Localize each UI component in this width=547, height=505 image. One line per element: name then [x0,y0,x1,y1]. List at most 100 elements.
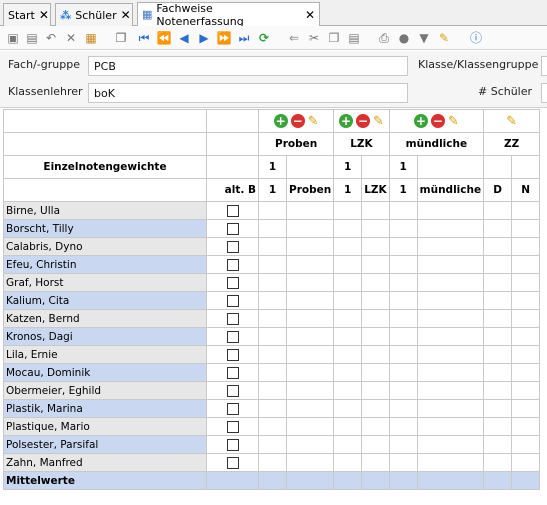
grade-cell[interactable] [285,291,335,310]
copy-icon[interactable]: ❐ [326,30,342,46]
grade-cell[interactable] [483,201,513,220]
grade-cell[interactable] [388,345,418,364]
altb-checkbox[interactable] [226,258,239,271]
grade-cell[interactable] [511,291,541,310]
grade-cell[interactable] [258,219,287,238]
grade-cell[interactable] [361,381,390,400]
altb-checkbox[interactable] [226,294,239,307]
grade-cell[interactable] [388,219,418,238]
student-name[interactable]: Obermeier, Eghild [3,381,207,400]
altb-checkbox[interactable] [226,240,239,253]
close-icon[interactable]: ✕ [305,8,315,22]
grade-cell[interactable] [511,327,541,346]
lehrer-field[interactable]: boK [88,83,408,103]
grade-cell[interactable] [511,453,541,472]
grade-cell[interactable] [388,453,418,472]
last-record-icon[interactable]: ⏭ [236,30,252,46]
grade-cell[interactable] [285,237,335,256]
grade-cell[interactable] [483,363,513,382]
student-name[interactable]: Efeu, Christin [3,255,207,274]
grade-cell[interactable] [416,399,485,418]
grade-cell[interactable] [361,255,390,274]
grade-cell[interactable] [285,453,335,472]
grade-cell[interactable] [333,345,363,364]
fach-field[interactable]: PCB [88,56,408,76]
grade-cell[interactable] [258,435,287,454]
grade-cell[interactable] [258,381,287,400]
grade-cell[interactable] [416,363,485,382]
student-name[interactable]: Mocau, Dominik [3,363,207,382]
grade-cell[interactable] [483,417,513,436]
next-icon[interactable]: ▶ [196,30,212,46]
grade-cell[interactable] [388,255,418,274]
altb-checkbox[interactable] [226,366,239,379]
grade-cell[interactable] [285,201,335,220]
filter-icon[interactable]: ▼ [416,30,432,46]
grade-cell[interactable] [511,273,541,292]
close-icon[interactable]: ✕ [39,8,49,22]
grade-cell[interactable] [285,327,335,346]
student-name[interactable]: Polsester, Parsifal [3,435,207,454]
tab-fachweise-notenerfassung[interactable]: ▦ Fachweise Notenerfassung ✕ [137,2,320,28]
grade-cell[interactable] [511,381,541,400]
grade-cell[interactable] [483,273,513,292]
grade-cell[interactable] [483,291,513,310]
grade-cell[interactable] [361,435,390,454]
grade-cell[interactable] [511,345,541,364]
grade-cell[interactable] [511,417,541,436]
altb-checkbox[interactable] [226,402,239,415]
grade-cell[interactable] [285,381,335,400]
grade-cell[interactable] [258,417,287,436]
grade-cell[interactable] [511,435,541,454]
grade-cell[interactable] [361,309,390,328]
grade-cell[interactable] [483,327,513,346]
grade-cell[interactable] [416,255,485,274]
student-name[interactable]: Lila, Ernie [3,345,207,364]
grade-cell[interactable] [333,381,363,400]
grade-cell[interactable] [416,291,485,310]
student-name[interactable]: Kalium, Cita [3,291,207,310]
grade-cell[interactable] [388,381,418,400]
delete-icon[interactable]: ✕ [63,30,79,46]
grade-cell[interactable] [285,435,335,454]
grade-cell[interactable] [258,327,287,346]
undo-icon[interactable]: ↶ [43,30,59,46]
altb-checkbox[interactable] [226,312,239,325]
weight-lzk[interactable]: 1 [333,155,363,179]
first-record-icon[interactable]: ⏮ [136,30,152,46]
refresh-icon[interactable]: ⟳ [256,30,272,46]
grade-cell[interactable] [483,381,513,400]
grade-cell[interactable] [388,399,418,418]
grade-cell[interactable] [361,237,390,256]
arrow-left-icon[interactable]: ⇐ [286,30,302,46]
add-icon[interactable]: + [338,114,353,128]
grade-cell[interactable] [416,201,485,220]
student-name[interactable]: Calabris, Dyno [3,237,207,256]
next-page-icon[interactable]: ⏩ [216,30,232,46]
grade-cell[interactable] [416,417,485,436]
grade-cell[interactable] [511,201,541,220]
grade-cell[interactable] [285,363,335,382]
grade-cell[interactable] [258,273,287,292]
previous-page-icon[interactable]: ⏪ [156,30,172,46]
new-icon[interactable]: ▣ [5,30,21,46]
grade-cell[interactable] [361,363,390,382]
grade-cell[interactable] [361,291,390,310]
grade-cell[interactable] [333,237,363,256]
altb-checkbox[interactable] [226,276,239,289]
paste-icon[interactable]: ▤ [346,30,362,46]
grade-cell[interactable] [333,291,363,310]
print-icon[interactable]: ⎙ [376,30,392,46]
grade-cell[interactable] [511,237,541,256]
grade-cell[interactable] [416,435,485,454]
clear-icon[interactable]: ✎ [436,30,452,46]
grade-cell[interactable] [416,453,485,472]
grade-cell[interactable] [483,255,513,274]
grade-cell[interactable] [361,417,390,436]
grade-cell[interactable] [483,435,513,454]
student-name[interactable]: Katzen, Bernd [3,309,207,328]
grade-cell[interactable] [333,201,363,220]
grade-cell[interactable] [361,273,390,292]
preview-icon[interactable]: ● [396,30,412,46]
grade-cell[interactable] [285,255,335,274]
